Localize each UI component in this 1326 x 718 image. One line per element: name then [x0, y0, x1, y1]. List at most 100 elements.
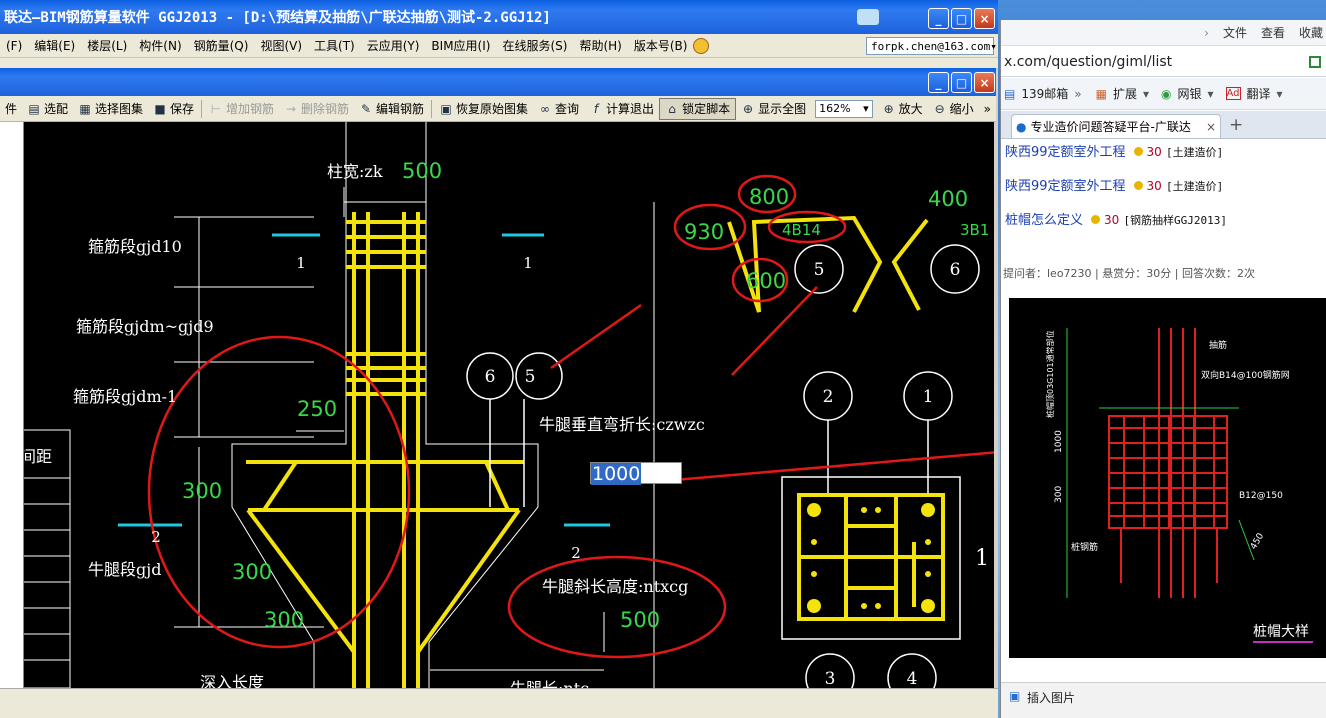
value-editor-input[interactable]: 1000: [590, 462, 682, 485]
bookmark-netbank[interactable]: 网银: [1177, 85, 1201, 102]
image-icon: ▣: [1009, 689, 1021, 703]
corbel-drawing[interactable]: 间距 柱宽:zk 箍筋段gjd10 箍筋段gjdm~gjd9 箍筋段gjdm-1…: [24, 122, 994, 688]
menu-file[interactable]: (F): [0, 39, 28, 53]
question-link[interactable]: 陕西99定额室外工程: [1005, 179, 1126, 194]
maximize-button[interactable]: □: [951, 8, 972, 29]
category[interactable]: [土建造价]: [1166, 146, 1223, 159]
chevron-right-icon: ›: [1204, 25, 1209, 40]
add-rebar-button[interactable]: ⊢ 增加钢筋: [204, 98, 279, 120]
minimize-button[interactable]: _: [928, 8, 949, 29]
top-label: 抽筋: [1209, 339, 1227, 351]
corbel-slope-label: 牛腿斜长高度:ntxcg: [542, 577, 688, 596]
question-link[interactable]: 陕西99定额室外工程: [1005, 145, 1126, 160]
toolbar-strip: [0, 58, 998, 68]
category[interactable]: [土建造价]: [1166, 180, 1223, 193]
editor-title-bar[interactable]: [0, 68, 996, 96]
list-item[interactable]: 陕西99定额室外工程 30 [土建造价]: [1005, 175, 1223, 194]
menu-edit[interactable]: 编辑(E): [28, 37, 81, 54]
query-button[interactable]: ∞ 查询: [533, 98, 584, 120]
corbel-seg-label: 牛腿段gjd: [88, 560, 161, 579]
binoculars-icon: ∞: [540, 101, 551, 116]
question-link[interactable]: 桩帽怎么定义: [1005, 213, 1083, 228]
restore-atlas-button[interactable]: ▣ 恢复原始图集: [434, 98, 533, 120]
menu-component[interactable]: 构件(N): [133, 37, 187, 54]
menu-cloud[interactable]: 云应用(Y): [361, 37, 426, 54]
zoom-out-button[interactable]: ⊖ 缩小: [928, 98, 979, 120]
menu-bim[interactable]: BIM应用(I): [425, 37, 496, 54]
list-item[interactable]: 陕西99定额室外工程 30 [土建造价]: [1005, 141, 1223, 160]
list-item[interactable]: 桩帽怎么定义 30 [钢筋抽样GGJ2013]: [1005, 209, 1227, 228]
zoom-out-icon: ⊖: [934, 101, 945, 116]
points: 30: [1146, 179, 1162, 193]
browser-menu-view[interactable]: 查看: [1261, 24, 1285, 41]
mascot-icon[interactable]: [693, 37, 710, 54]
double-chevron-icon[interactable]: »: [1074, 87, 1081, 101]
address-bar[interactable]: x.com/question/giml/list: [1001, 47, 1326, 77]
select-atlas-button[interactable]: ▦ 选择图集: [73, 98, 148, 120]
section-1-left: 1: [296, 254, 306, 272]
menu-version[interactable]: 版本号(B): [628, 37, 694, 54]
menu-tools[interactable]: 工具(T): [308, 37, 361, 54]
browser-menu-file[interactable]: 文件: [1223, 24, 1247, 41]
dropdown-icon[interactable]: ▾: [1207, 87, 1213, 101]
dim-400: 400: [928, 187, 968, 211]
close-tab-icon[interactable]: ×: [1206, 120, 1216, 134]
save-button[interactable]: ■ 保存: [148, 98, 199, 120]
add-rebar-label: 增加钢筋: [226, 102, 275, 116]
left-panel: [0, 122, 24, 688]
address-text[interactable]: x.com/question/giml/list: [1004, 54, 1309, 70]
rebar-tag-3b1: 3B1: [960, 221, 989, 239]
menu-floor[interactable]: 楼层(L): [81, 37, 133, 54]
category[interactable]: [钢筋抽样GGJ2013]: [1123, 214, 1227, 227]
dropdown-icon[interactable]: ▾: [1277, 87, 1283, 101]
account-dropdown[interactable]: forpk.chen@163.com ▾: [866, 37, 997, 55]
dropdown-icon[interactable]: ▾: [1143, 87, 1149, 101]
zoom-select[interactable]: 162% ▾: [815, 99, 873, 118]
dimension-lines: [174, 122, 655, 688]
bar-mark-6: 6: [485, 367, 496, 387]
bar-mark-1: 1: [923, 387, 934, 407]
dim-930: 930: [684, 220, 724, 244]
toolbar-overflow-icon[interactable]: »: [979, 98, 996, 120]
bookmark-translate[interactable]: 翻译: [1247, 85, 1271, 102]
lock-script-label: 锁定脚本: [682, 102, 731, 116]
insert-image-button[interactable]: 插入图片: [1027, 689, 1075, 706]
menu-rebar-qty[interactable]: 钢筋量(Q): [188, 37, 255, 54]
value-editor-text[interactable]: 1000: [591, 463, 642, 485]
edge-label: 1: [975, 546, 989, 571]
zoom-in-button[interactable]: ⊕ 放大: [877, 98, 928, 120]
help-icon[interactable]: [857, 9, 879, 25]
editor-close-button[interactable]: ×: [974, 72, 995, 93]
editor-maximize-button[interactable]: □: [951, 72, 972, 93]
lock-script-toggle[interactable]: ⌂ 锁定脚本: [659, 97, 737, 120]
menu-help[interactable]: 帮助(H): [573, 37, 627, 54]
add-rebar-icon: ⊢: [210, 101, 222, 116]
menu-online[interactable]: 在线服务(S): [496, 37, 573, 54]
dim-450: 450: [1249, 531, 1266, 551]
drawing-canvas[interactable]: 间距 柱宽:zk 箍筋段gjd10 箍筋段gjdm~gjd9 箍筋段gjdm-1…: [24, 122, 994, 688]
window-title: 联达—BIM钢筋算量软件 GGJ2013 - [D:\预结算及抽筋\广联达抽筋\…: [4, 10, 551, 26]
query-label: 查询: [555, 102, 580, 116]
qr-icon[interactable]: [1309, 55, 1321, 68]
edit-rebar-button[interactable]: ✎ 编辑钢筋: [354, 98, 429, 120]
editor-toolbar: 件 ▤ 选配 ▦ 选择图集 ■ 保存 ⊢ 增加钢筋 → 删除钢筋 ✎ 编辑钢筋 ▣ 恢复原始图…: [0, 96, 996, 122]
browser-menu-favorites[interactable]: 收藏: [1299, 24, 1323, 41]
main-title-bar[interactable]: 联达—BIM钢筋算量软件 GGJ2013 - [D:\预结算及抽筋\广联达抽筋\…: [0, 0, 998, 34]
pile-cap-rebar: [1108, 328, 1228, 598]
select-button[interactable]: ▤ 选配: [22, 98, 73, 120]
delete-rebar-button[interactable]: → 删除钢筋: [279, 98, 354, 120]
show-all-button[interactable]: ⊕ 显示全图: [736, 98, 811, 120]
calc-exit-button[interactable]: f 计算退出: [584, 98, 659, 120]
tab-title[interactable]: 专业造价问题答疑平台-广联达: [1030, 118, 1190, 135]
bookmark-extensions[interactable]: 扩展: [1113, 85, 1137, 102]
toolbar-item-partial[interactable]: 件: [0, 98, 22, 120]
menu-view[interactable]: 视图(V): [254, 37, 308, 54]
tab-qa-platform[interactable]: ● 专业造价问题答疑平台-广联达 ×: [1011, 114, 1221, 138]
pile-cap-detail-image: 抽筋 双向B14@100钢筋网 B12@150 桩钢筋 1000 300 450…: [1009, 298, 1326, 658]
editor-minimize-button[interactable]: _: [928, 72, 949, 93]
new-tab-icon[interactable]: +: [1229, 115, 1243, 135]
bookmark-139mail[interactable]: 139邮箱: [1021, 85, 1068, 102]
close-button[interactable]: ×: [974, 8, 995, 29]
bar-mark-2: 2: [823, 387, 834, 407]
dropdown-icon: ▾: [863, 102, 869, 115]
